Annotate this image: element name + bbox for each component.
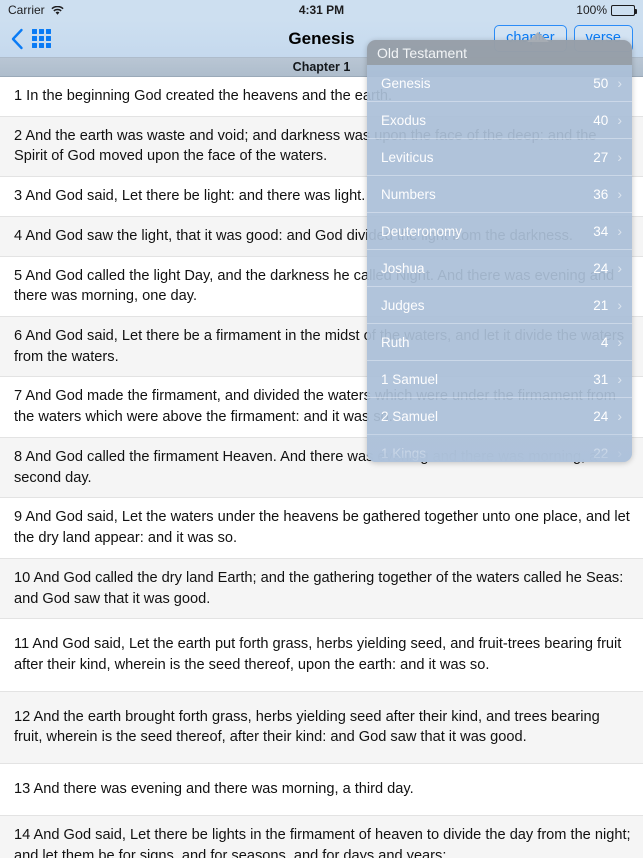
- book-list[interactable]: Genesis 50 › Exodus 40 › Leviticus 27 › Numbers 36…: [367, 65, 632, 462]
- book-list-item[interactable]: Ruth 4 ›: [367, 324, 632, 361]
- book-list-item[interactable]: 1 Samuel 31 ›: [367, 361, 632, 398]
- chevron-right-icon: ›: [617, 260, 622, 276]
- book-chapter-count: 40: [593, 112, 609, 128]
- book-name: Leviticus: [381, 149, 434, 165]
- book-chapter-count: 22: [593, 445, 609, 461]
- verse-row[interactable]: 11 And God said, Let the earth put forth…: [0, 619, 643, 692]
- book-name: Deuteronomy: [381, 223, 463, 239]
- bible-reader-app: Carrier 4:31 PM 100% Genesis chapter ver…: [0, 0, 643, 858]
- status-bar-left: Carrier: [8, 3, 64, 17]
- verse-row[interactable]: 12 And the earth brought forth grass, he…: [0, 691, 643, 765]
- book-name: 2 Samuel: [381, 408, 439, 424]
- book-chapter-count: 24: [593, 408, 609, 424]
- chevron-right-icon: ›: [617, 371, 622, 387]
- book-chapter-count: 27: [593, 149, 609, 165]
- book-name: 1 Samuel: [381, 371, 439, 387]
- chevron-right-icon: ›: [617, 445, 622, 461]
- verse-row[interactable]: 9 And God said, Let the waters under the…: [0, 498, 643, 559]
- nav-left-group: [10, 28, 51, 50]
- book-list-item[interactable]: Numbers 36 ›: [367, 176, 632, 213]
- chevron-right-icon: ›: [617, 186, 622, 202]
- book-chapter-count: 36: [593, 186, 609, 202]
- popover-header: Old Testament: [367, 40, 632, 65]
- wifi-icon: [51, 5, 64, 15]
- book-list-item[interactable]: Leviticus 27 ›: [367, 139, 632, 176]
- book-name: Numbers: [381, 186, 436, 202]
- status-bar-time: 4:31 PM: [298, 3, 345, 17]
- chevron-right-icon: ›: [617, 223, 622, 239]
- book-name: Joshua: [381, 260, 425, 276]
- status-bar: Carrier 4:31 PM 100%: [0, 0, 643, 20]
- chevron-right-icon: ›: [617, 297, 622, 313]
- book-chapter-count: 34: [593, 223, 609, 239]
- book-chapter-count: 50: [593, 75, 609, 91]
- verse-row[interactable]: 10 And God called the dry land Earth; an…: [0, 558, 643, 620]
- verse-row[interactable]: 14 And God said, Let there be lights in …: [0, 815, 643, 858]
- battery-percent-label: 100%: [576, 3, 607, 17]
- grid-menu-icon[interactable]: [32, 29, 51, 48]
- book-list-item[interactable]: Deuteronomy 34 ›: [367, 213, 632, 250]
- book-name: Exodus: [381, 112, 427, 128]
- chevron-right-icon: ›: [617, 334, 622, 350]
- book-list-item[interactable]: Exodus 40 ›: [367, 102, 632, 139]
- book-list-item[interactable]: Joshua 24 ›: [367, 250, 632, 287]
- book-chapter-count: 31: [593, 371, 609, 387]
- popover-header-title: Old Testament: [377, 44, 468, 61]
- book-chapter-count: 24: [593, 260, 609, 276]
- book-chapter-count: 4: [600, 334, 609, 350]
- carrier-label: Carrier: [8, 3, 45, 17]
- book-name: Judges: [381, 297, 425, 313]
- status-bar-right: 100%: [576, 3, 637, 17]
- book-list-item[interactable]: Genesis 50 ›: [367, 65, 632, 102]
- verse-row[interactable]: 13 And there was evening and there was m…: [0, 764, 643, 816]
- chevron-right-icon: ›: [617, 408, 622, 424]
- chevron-right-icon: ›: [617, 149, 622, 165]
- book-list-item[interactable]: Judges 21 ›: [367, 287, 632, 324]
- book-name: Ruth: [381, 334, 410, 350]
- book-name: 1 Kings: [381, 445, 427, 461]
- book-chapter-count: 21: [593, 297, 609, 313]
- popover-arrow: [527, 32, 549, 42]
- book-list-item[interactable]: 2 Samuel 24 ›: [367, 398, 632, 435]
- back-chevron-icon[interactable]: [10, 28, 24, 50]
- book-picker-popover: Old Testament Genesis 50 › Exodus 40 › Levitic…: [367, 40, 632, 462]
- chevron-right-icon: ›: [617, 112, 622, 128]
- battery-icon: [611, 4, 637, 16]
- book-name: Genesis: [381, 75, 431, 91]
- chevron-right-icon: ›: [617, 75, 622, 91]
- book-list-item[interactable]: 1 Kings 22 ›: [367, 435, 632, 462]
